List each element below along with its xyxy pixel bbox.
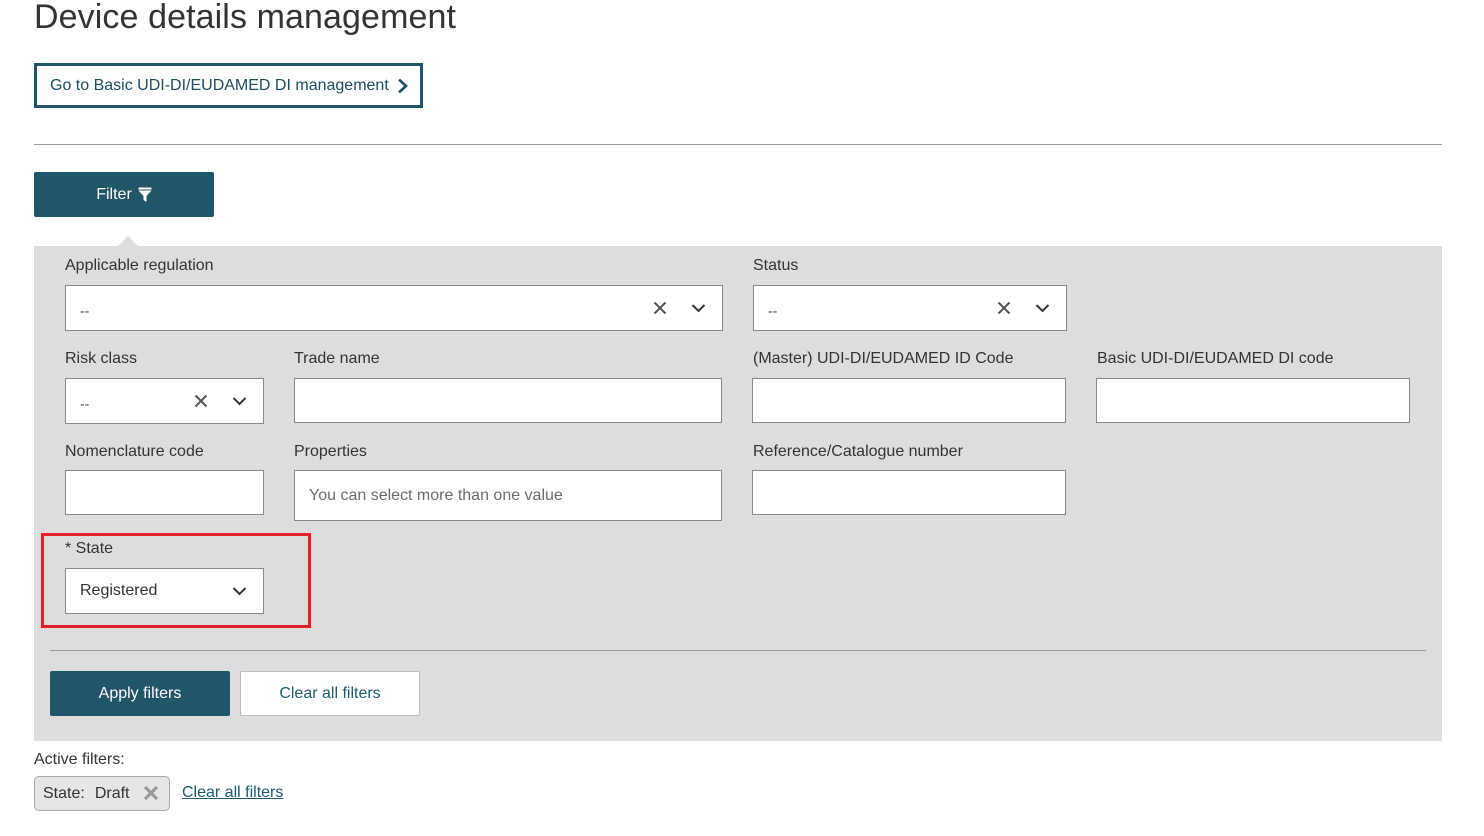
status-select[interactable]: -- — [753, 285, 1067, 331]
remove-filter-icon[interactable] — [143, 785, 159, 801]
properties-multiselect[interactable]: You can select more than one value — [294, 470, 722, 521]
filter-panel-notch — [118, 236, 138, 246]
applicable-regulation-label: Applicable regulation — [65, 257, 214, 274]
properties-label: Properties — [294, 443, 367, 460]
funnel-icon — [138, 187, 152, 202]
chevron-down-icon[interactable] — [232, 586, 247, 596]
risk-class-label: Risk class — [65, 350, 138, 367]
clear-x-icon[interactable] — [653, 301, 667, 315]
filter-label: Filter — [96, 185, 132, 203]
filter-toggle-button[interactable]: Filter — [34, 172, 214, 217]
basic-udi-input[interactable] — [1096, 378, 1410, 423]
clear-all-filters-link[interactable]: Clear all filters — [182, 784, 283, 802]
actions-divider — [50, 650, 1426, 651]
applicable-regulation-value: -- — [80, 302, 90, 319]
state-label: * State — [65, 540, 114, 557]
clear-filters-button[interactable]: Clear all filters — [240, 671, 420, 716]
nomenclature-code-label: Nomenclature code — [65, 443, 204, 460]
reference-catalogue-label: Reference/Catalogue number — [753, 443, 963, 460]
active-filter-chip: State: Draft — [34, 776, 170, 811]
state-value: Registered — [80, 582, 158, 599]
active-filters-label: Active filters: — [34, 751, 125, 768]
trade-name-label: Trade name — [294, 350, 380, 367]
section-divider — [34, 144, 1442, 145]
chevron-right-icon — [397, 78, 408, 93]
risk-class-select[interactable]: -- — [65, 378, 264, 424]
state-select[interactable]: Registered — [65, 568, 264, 614]
risk-class-value: -- — [80, 395, 90, 412]
applicable-regulation-select[interactable]: -- — [65, 285, 723, 331]
reference-catalogue-input[interactable] — [752, 470, 1066, 515]
goto-basic-udi-label: Go to Basic UDI-DI/EUDAMED DI management — [50, 76, 389, 94]
trade-name-input[interactable] — [294, 378, 722, 423]
clear-x-icon[interactable] — [194, 394, 208, 408]
apply-filters-button[interactable]: Apply filters — [50, 671, 230, 716]
chevron-down-icon[interactable] — [1035, 303, 1050, 313]
nomenclature-code-input[interactable] — [65, 470, 264, 515]
status-label: Status — [753, 257, 799, 274]
status-value: -- — [768, 302, 778, 319]
chip-value: Draft — [94, 784, 130, 802]
chip-key: State: — [43, 784, 85, 802]
chevron-down-icon[interactable] — [232, 396, 247, 406]
master-udi-label: (Master) UDI-DI/EUDAMED ID Code — [753, 350, 1014, 367]
properties-placeholder: You can select more than one value — [309, 486, 563, 504]
clear-x-icon[interactable] — [997, 301, 1011, 315]
page-title: Device details management — [34, 0, 457, 36]
goto-basic-udi-button[interactable]: Go to Basic UDI-DI/EUDAMED DI management — [34, 63, 423, 108]
master-udi-input[interactable] — [752, 378, 1066, 423]
basic-udi-label: Basic UDI-DI/EUDAMED DI code — [1097, 350, 1334, 367]
chevron-down-icon[interactable] — [691, 303, 706, 313]
